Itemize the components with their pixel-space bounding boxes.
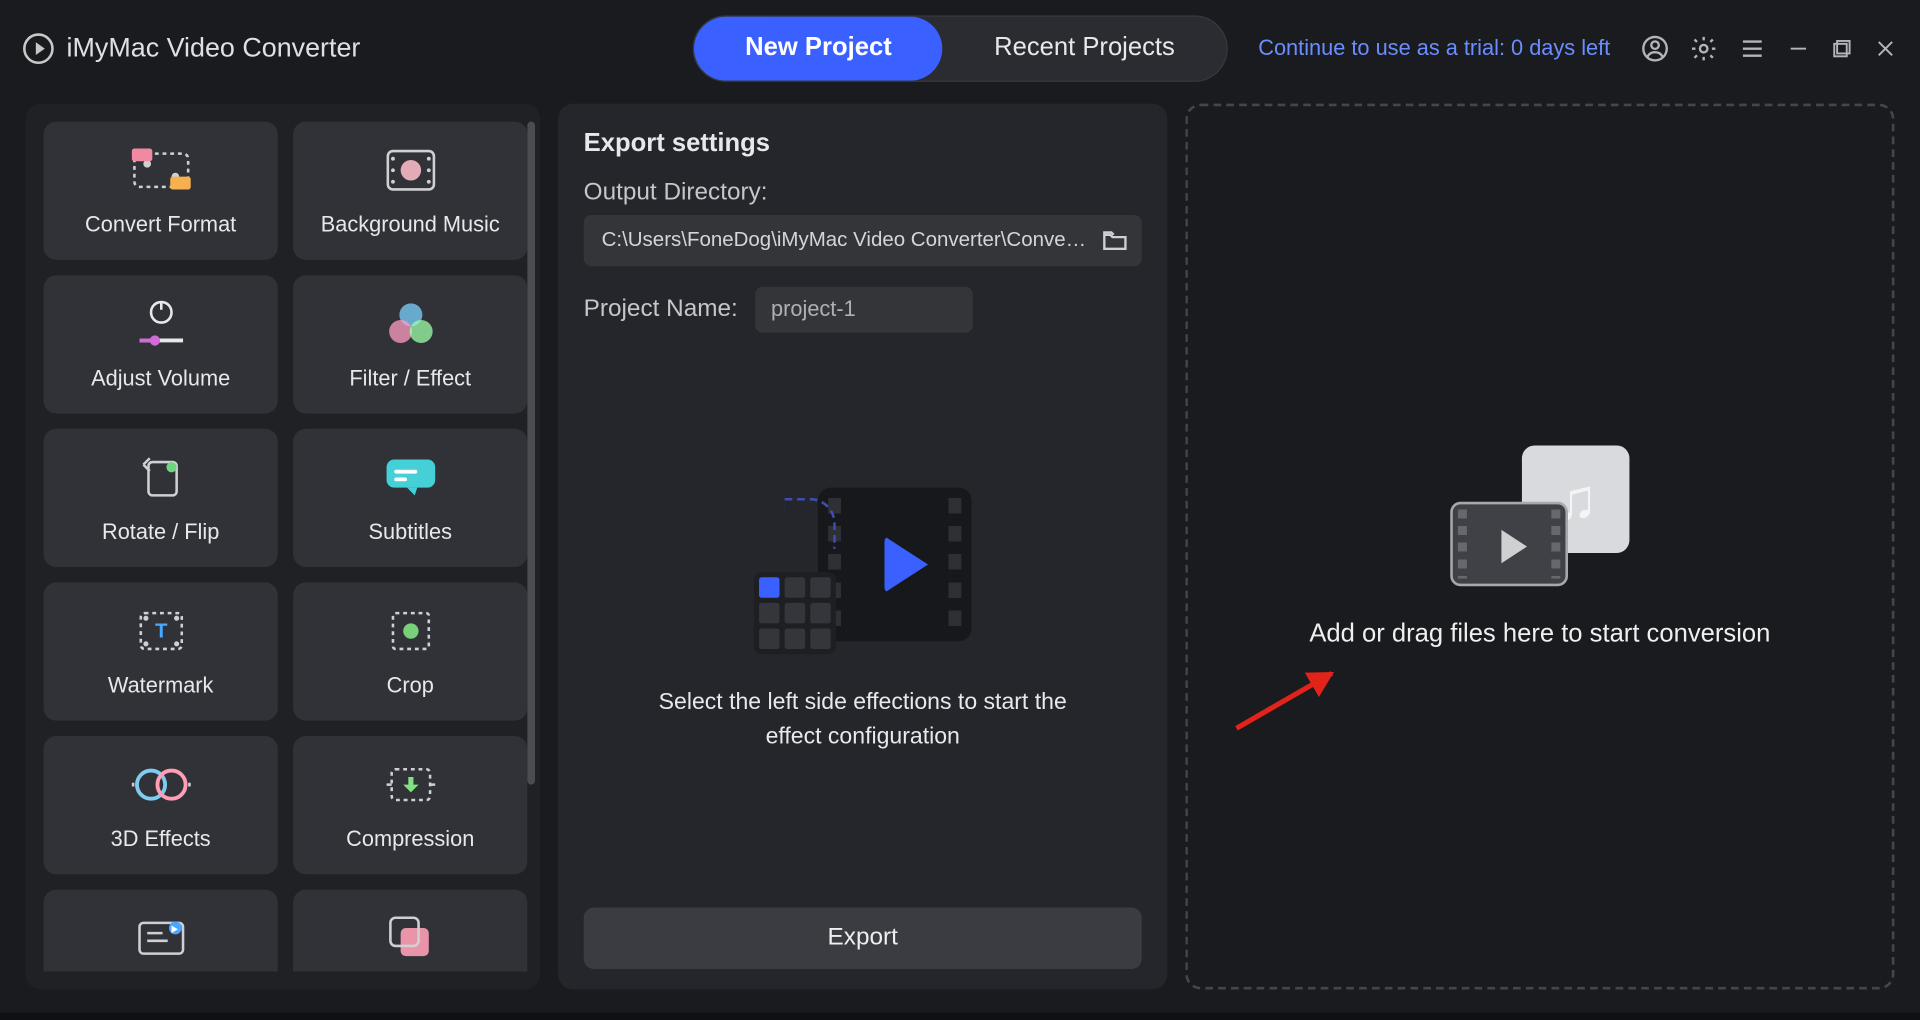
screenshot-icon: [382, 911, 438, 965]
folder-open-icon[interactable]: [1101, 227, 1129, 255]
id3-icon: [131, 911, 190, 965]
export-button[interactable]: Export: [584, 908, 1142, 969]
tab-new-project[interactable]: New Project: [694, 16, 943, 80]
play-circle-icon: [23, 33, 54, 64]
export-placeholder-graphic: [754, 488, 972, 654]
tools-panel: Convert Format Background Music Adjust Vol…: [26, 104, 541, 990]
drop-zone-graphic: [1450, 445, 1629, 586]
output-directory-value: C:\Users\FoneDog\iMyMac Video Converter\…: [602, 229, 1088, 252]
window-minimize-icon[interactable]: [1787, 36, 1810, 59]
window-close-icon[interactable]: [1874, 36, 1897, 59]
tool-label: Crop: [387, 673, 434, 699]
svg-text:T: T: [154, 619, 167, 642]
tool-id3[interactable]: ID3: [44, 890, 278, 972]
adjust-volume-icon: [131, 297, 190, 351]
drop-zone-text: Add or drag files here to start conversi…: [1309, 619, 1770, 648]
tool-3d-effects[interactable]: 3D Effects: [44, 736, 278, 874]
watermark-icon: T: [132, 604, 188, 658]
subtitles-icon: [381, 451, 440, 505]
tool-subtitles[interactable]: Subtitles: [293, 429, 527, 567]
tool-label: Rotate / Flip: [102, 520, 219, 546]
tool-convert-format[interactable]: Convert Format: [44, 122, 278, 260]
tab-recent-projects[interactable]: Recent Projects: [943, 16, 1226, 80]
tool-rotate-flip[interactable]: Rotate / Flip: [44, 429, 278, 567]
tools-scrollbar[interactable]: [527, 122, 535, 972]
output-directory-field[interactable]: C:\Users\FoneDog\iMyMac Video Converter\…: [584, 215, 1142, 266]
3d-effects-icon: [129, 758, 193, 812]
tool-label: Adjust Volume: [91, 366, 230, 392]
app-logo: iMyMac Video Converter: [23, 33, 360, 64]
crop-icon: [382, 604, 438, 658]
top-tabs: New Project Recent Projects: [693, 15, 1228, 82]
filter-effect-icon: [382, 297, 438, 351]
tool-watermark[interactable]: T Watermark: [44, 582, 278, 720]
tool-screenshot[interactable]: Screenshot: [293, 890, 527, 972]
tool-adjust-volume[interactable]: Adjust Volume: [44, 275, 278, 413]
account-icon[interactable]: [1641, 34, 1669, 62]
drop-zone[interactable]: Add or drag files here to start conversi…: [1185, 104, 1894, 990]
tool-label: Convert Format: [85, 212, 236, 238]
video-clip-icon: [1450, 501, 1568, 585]
title-bar: iMyMac Video Converter New Project Recen…: [0, 0, 1920, 96]
tool-label: Watermark: [108, 673, 214, 699]
output-directory-label: Output Directory:: [584, 179, 1142, 207]
tool-label: Background Music: [321, 212, 500, 238]
settings-icon[interactable]: [1690, 34, 1718, 62]
export-heading: Export settings: [584, 129, 1142, 158]
tool-label: 3D Effects: [111, 827, 211, 853]
project-name-input[interactable]: [756, 287, 974, 333]
window-maximize-icon[interactable]: [1830, 36, 1853, 59]
tool-background-music[interactable]: Background Music: [293, 122, 527, 260]
tool-crop[interactable]: Crop: [293, 582, 527, 720]
annotation-arrow: [1235, 671, 1333, 730]
background-music-icon: [380, 143, 441, 197]
rotate-flip-icon: [132, 451, 188, 505]
tool-label: Filter / Effect: [349, 366, 471, 392]
app-title: iMyMac Video Converter: [67, 33, 361, 64]
trial-status-link[interactable]: Continue to use as a trial: 0 days left: [1258, 35, 1610, 61]
tool-label: Subtitles: [369, 520, 452, 546]
project-name-label: Project Name:: [584, 296, 738, 324]
export-panel: Export settings Output Directory: C:\Use…: [558, 104, 1167, 990]
compression-icon: [381, 758, 440, 812]
tool-label: Compression: [346, 827, 474, 853]
hamburger-menu-icon[interactable]: [1738, 34, 1766, 62]
export-hint-text: Select the left side effections to start…: [632, 685, 1093, 752]
convert-format-icon: [129, 143, 193, 197]
tool-filter-effect[interactable]: Filter / Effect: [293, 275, 527, 413]
tool-compression[interactable]: Compression: [293, 736, 527, 874]
